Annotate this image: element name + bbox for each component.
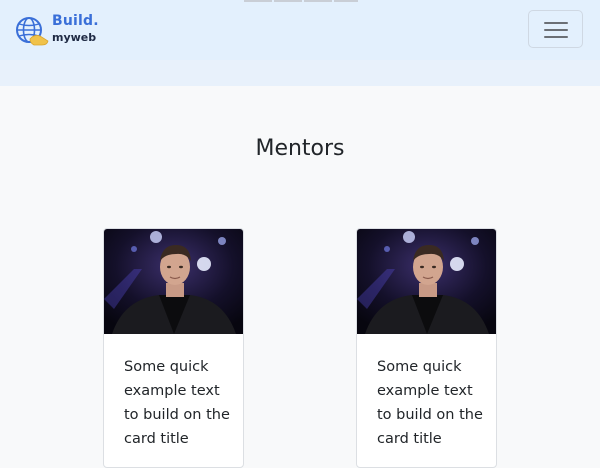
mentor-card: Some quick example text to build on the … (103, 228, 244, 468)
mentor-card: Some quick example text to build on the … (356, 228, 497, 468)
navbar-toggler-button[interactable] (528, 10, 583, 48)
globe-hand-icon (16, 17, 49, 46)
hamburger-bar (544, 22, 568, 24)
navbar: Build. myweb (0, 0, 600, 60)
mentor-photo (357, 229, 496, 334)
brand-name-line2: myweb (52, 31, 97, 44)
hamburger-bar (544, 36, 568, 38)
navbar-shadow-band (0, 60, 600, 86)
card-text: Some quick example text to build on the … (377, 359, 483, 447)
brand-name-line1: Build. (52, 13, 99, 29)
section-title: Mentors (255, 136, 345, 161)
top-edge-marks (244, 0, 358, 2)
hamburger-bar (544, 29, 568, 31)
card-text: Some quick example text to build on the … (124, 359, 230, 447)
brand-logo-link[interactable]: Build. myweb (14, 13, 99, 49)
mentor-photo (104, 229, 243, 334)
